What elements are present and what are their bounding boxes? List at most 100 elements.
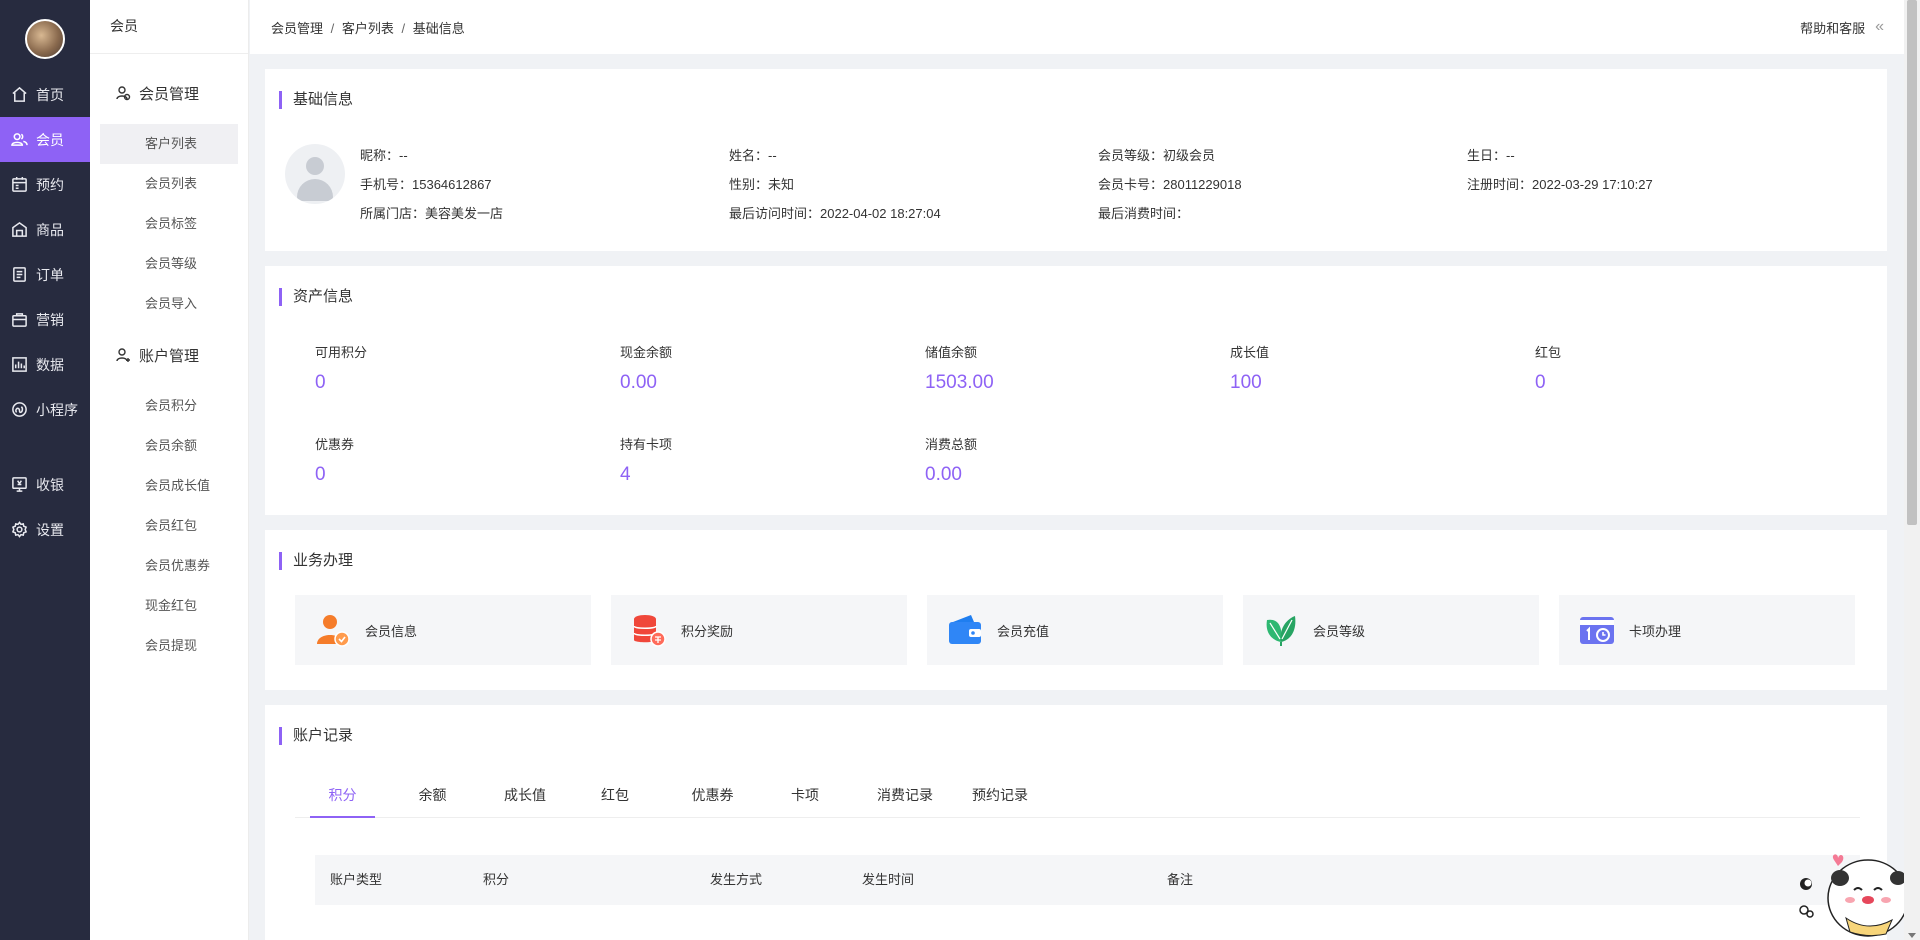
field-card-number: 会员卡号：28011229018 bbox=[1098, 177, 1242, 192]
help-link[interactable]: 帮助和客服 bbox=[1800, 18, 1865, 37]
mascot-sticker[interactable] bbox=[1790, 838, 1920, 940]
asset-points[interactable]: 可用积分 0 bbox=[315, 342, 367, 394]
breadcrumb-separator: / bbox=[330, 20, 335, 36]
asset-stored-value[interactable]: 储值余额 1503.00 bbox=[925, 342, 994, 394]
tab-points[interactable]: 积分 bbox=[310, 780, 375, 818]
nav-item-miniprogram[interactable]: 小程序 bbox=[0, 387, 90, 432]
asset-label: 可用积分 bbox=[315, 345, 368, 360]
asset-label: 储值余额 bbox=[925, 345, 978, 360]
business-card: 业务办理 会员信息 积分奖励 会员充值 会员等级 卡项办理 bbox=[265, 530, 1887, 690]
nav-item-label: 数据 bbox=[36, 356, 64, 373]
asset-redpacket[interactable]: 红包 0 bbox=[1535, 342, 1561, 394]
field-name: 姓名：-- bbox=[729, 148, 777, 163]
collapse-icon[interactable]: « bbox=[1875, 18, 1884, 36]
biz-label: 会员信息 bbox=[365, 623, 418, 639]
leaf-icon bbox=[1263, 612, 1299, 648]
nav-item-settings[interactable]: 设置 bbox=[0, 507, 90, 552]
tab-cards[interactable]: 卡项 bbox=[785, 780, 825, 818]
asset-cash[interactable]: 现金余额 0.00 bbox=[620, 342, 672, 394]
chart-icon bbox=[10, 356, 28, 374]
wallet-icon bbox=[947, 612, 983, 648]
nav-item-orders[interactable]: 订单 bbox=[0, 252, 90, 297]
sub-link-member-list[interactable]: 会员列表 bbox=[100, 164, 238, 204]
asset-value: 0.00 bbox=[620, 372, 657, 393]
records-table-header: 账户类型 积分 发生方式 发生时间 备注 bbox=[315, 855, 1860, 905]
scrollbar-thumb[interactable] bbox=[1907, 0, 1917, 525]
sub-link-member-coupons[interactable]: 会员优惠券 bbox=[100, 546, 238, 586]
sub-link-member-balance[interactable]: 会员余额 bbox=[100, 426, 238, 466]
order-icon bbox=[10, 266, 28, 284]
store-icon bbox=[10, 221, 28, 239]
asset-growth[interactable]: 成长值 100 bbox=[1230, 342, 1269, 394]
asset-label: 红包 bbox=[1535, 345, 1562, 360]
group-label: 会员管理 bbox=[139, 85, 200, 103]
asset-label: 优惠券 bbox=[315, 437, 355, 452]
nav-item-data[interactable]: 数据 bbox=[0, 342, 90, 387]
asset-coupons[interactable]: 优惠券 0 bbox=[315, 434, 354, 486]
group-label: 账户管理 bbox=[139, 347, 200, 365]
asset-value: 4 bbox=[620, 464, 631, 485]
cashier-icon bbox=[10, 476, 28, 494]
biz-member-info-button[interactable]: 会员信息 bbox=[295, 595, 591, 665]
biz-label: 会员等级 bbox=[1313, 623, 1366, 639]
biz-points-reward-button[interactable]: 积分奖励 bbox=[611, 595, 907, 665]
sub-link-cash-redpacket[interactable]: 现金红包 bbox=[100, 586, 238, 626]
nav-item-cashier[interactable]: 收银 bbox=[0, 462, 90, 507]
assets-card: 资产信息 可用积分 0 现金余额 0.00 储值余额 1503.00 成长值 1… bbox=[265, 266, 1887, 515]
asset-value: 0 bbox=[315, 372, 326, 393]
group-member-management: 会员管理 bbox=[90, 78, 248, 108]
group-account-management: 账户管理 bbox=[90, 340, 248, 370]
sub-link-member-redpacket[interactable]: 会员红包 bbox=[100, 506, 238, 546]
nav-item-booking[interactable]: 预约 bbox=[0, 162, 90, 207]
sub-link-member-levels[interactable]: 会员等级 bbox=[100, 244, 238, 284]
column-header: 发生时间 bbox=[862, 872, 915, 887]
sub-link-member-import[interactable]: 会员导入 bbox=[100, 284, 238, 324]
breadcrumb-item[interactable]: 客户列表 bbox=[342, 21, 394, 36]
scroll-down-icon[interactable] bbox=[1908, 933, 1916, 938]
asset-total-consumption[interactable]: 消费总额 0.00 bbox=[925, 434, 977, 486]
basic-info-card: 基础信息 昵称：-- 姓名：-- 会员等级：初级会员 生日：-- 手机号：153… bbox=[265, 69, 1887, 251]
sub-sidebar-title: 会员 bbox=[90, 0, 248, 54]
sub-link-member-growth[interactable]: 会员成长值 bbox=[100, 466, 238, 506]
sub-link-member-points[interactable]: 会员积分 bbox=[100, 386, 238, 426]
nav-item-label: 首页 bbox=[36, 86, 64, 103]
tab-growth[interactable]: 成长值 bbox=[495, 780, 555, 818]
sub-link-customer-list[interactable]: 客户列表 bbox=[100, 124, 238, 164]
calendar-icon bbox=[10, 176, 28, 194]
nav-item-members[interactable]: 会员 bbox=[0, 117, 90, 162]
user-avatar[interactable] bbox=[25, 19, 65, 59]
nav-item-home[interactable]: 首页 bbox=[0, 72, 90, 117]
asset-cards[interactable]: 持有卡项 4 bbox=[620, 434, 672, 486]
vertical-scrollbar[interactable] bbox=[1904, 0, 1920, 940]
biz-member-level-button[interactable]: 会员等级 bbox=[1243, 595, 1539, 665]
nav-item-label: 设置 bbox=[36, 521, 64, 538]
tab-balance[interactable]: 余额 bbox=[410, 780, 455, 818]
top-bar: 会员管理 / 客户列表 / 基础信息 帮助和客服 « bbox=[250, 0, 1904, 54]
nav-item-label: 订单 bbox=[36, 266, 64, 283]
breadcrumb: 会员管理 / 客户列表 / 基础信息 bbox=[271, 18, 465, 37]
biz-recharge-button[interactable]: 会员充值 bbox=[927, 595, 1223, 665]
sub-link-member-withdraw[interactable]: 会员提现 bbox=[100, 626, 238, 666]
biz-card-handling-button[interactable]: 卡项办理 bbox=[1559, 595, 1855, 665]
tab-consume-records[interactable]: 消费记录 bbox=[870, 780, 940, 818]
nav-item-label: 商品 bbox=[36, 221, 64, 238]
member-group-icon bbox=[116, 86, 131, 101]
tab-booking-records[interactable]: 预约记录 bbox=[965, 780, 1035, 818]
field-store: 所属门店：美容美发一店 bbox=[360, 206, 504, 221]
breadcrumb-item[interactable]: 会员管理 bbox=[271, 21, 323, 36]
member-info-icon bbox=[315, 612, 351, 648]
asset-value: 1503.00 bbox=[925, 372, 994, 393]
section-title: 业务办理 bbox=[279, 552, 353, 570]
biz-label: 积分奖励 bbox=[681, 623, 734, 639]
tab-coupons[interactable]: 优惠券 bbox=[685, 780, 740, 818]
secondary-sidebar: 会员 会员管理 客户列表 会员列表 会员标签 会员等级 会员导入 账户管理 会员… bbox=[90, 0, 249, 940]
nav-item-marketing[interactable]: 营销 bbox=[0, 297, 90, 342]
gear-icon bbox=[10, 521, 28, 539]
member-avatar-placeholder bbox=[285, 144, 345, 204]
field-register-time: 注册时间：2022-03-29 17:10:27 bbox=[1467, 177, 1653, 192]
tab-redpacket[interactable]: 红包 bbox=[595, 780, 635, 818]
asset-label: 成长值 bbox=[1230, 345, 1270, 360]
asset-value: 0.00 bbox=[925, 464, 962, 485]
nav-item-goods[interactable]: 商品 bbox=[0, 207, 90, 252]
sub-link-member-tags[interactable]: 会员标签 bbox=[100, 204, 238, 244]
